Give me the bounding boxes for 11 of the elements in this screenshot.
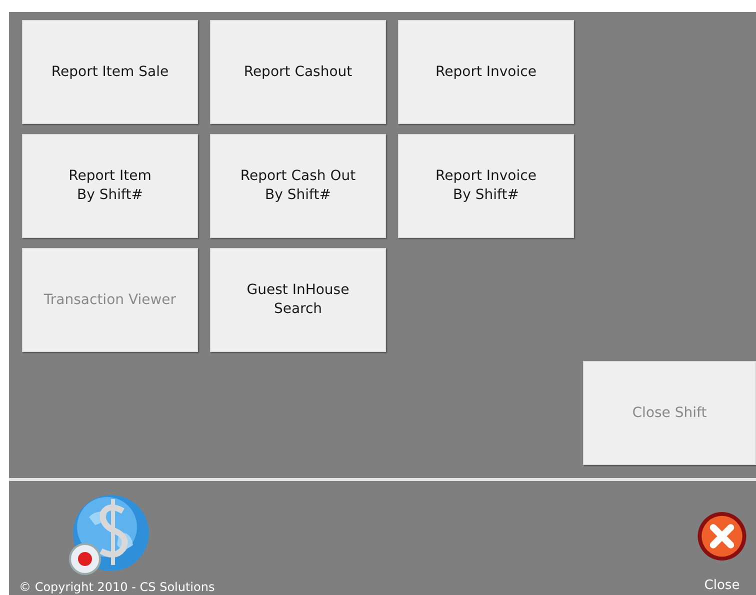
close-button[interactable]: Close — [696, 511, 748, 595]
close-icon — [696, 511, 748, 562]
globe-logo-icon — [67, 493, 151, 577]
report-button[interactable]: Report Item By Shift# — [22, 134, 198, 238]
report-button[interactable]: Report Cashout — [210, 20, 386, 124]
report-button[interactable]: Report Cash Out By Shift# — [210, 134, 386, 238]
report-button[interactable]: Report Item Sale — [22, 20, 198, 124]
report-button[interactable]: Guest InHouse Search — [210, 248, 386, 352]
report-button[interactable]: Report Invoice By Shift# — [398, 134, 574, 238]
copyright-text: © Copyright 2010 - CS Solutions — [19, 579, 215, 595]
report-button[interactable]: Report Invoice — [398, 20, 574, 124]
